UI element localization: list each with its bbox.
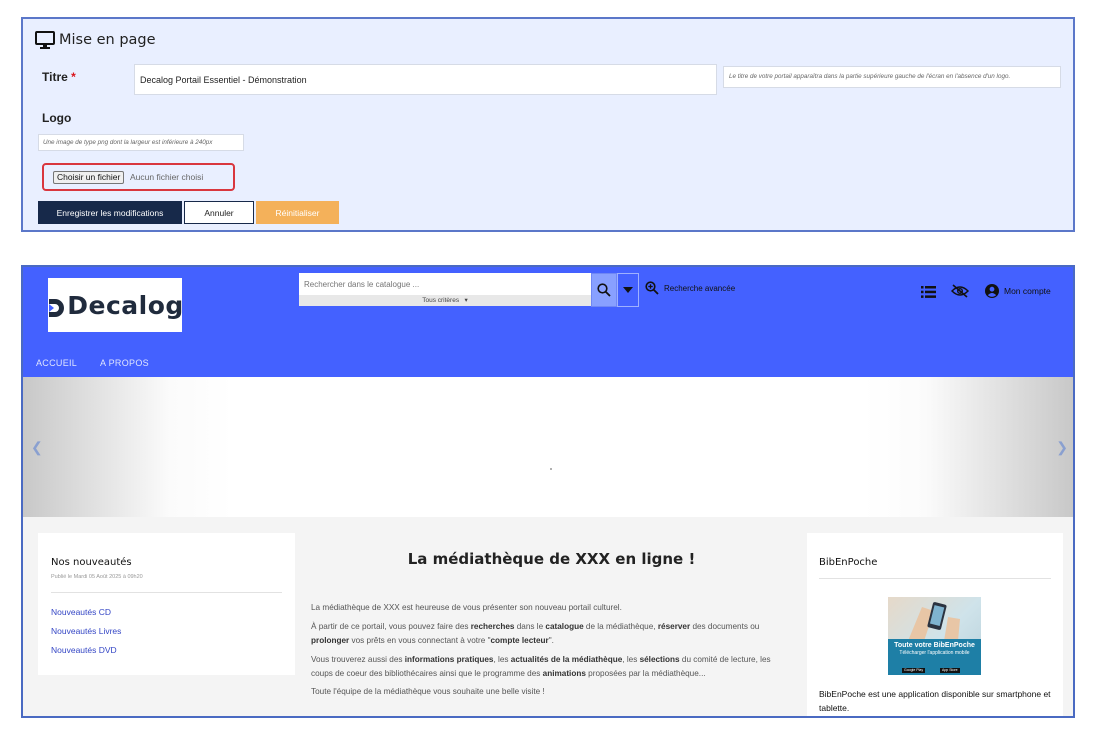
section-title: Mise en page <box>59 32 156 48</box>
divider <box>51 592 282 593</box>
advanced-search-link[interactable]: Recherche avancée <box>645 281 735 295</box>
advanced-search-label: Recherche avancée <box>664 283 736 293</box>
news-link-books[interactable]: Nouveautés Livres <box>51 626 121 636</box>
news-panel: Nos nouveautés Publié le Mardi 05 Août 2… <box>38 533 295 675</box>
news-date: Publié le Mardi 05 Août 2025 à 09h20 <box>51 574 143 580</box>
decalog-logo-icon <box>46 297 66 319</box>
search-button[interactable] <box>591 273 617 307</box>
monitor-icon <box>35 31 55 49</box>
panel-header: Mise en page <box>35 31 156 49</box>
carousel-indicator <box>550 468 552 470</box>
divider <box>819 578 1051 579</box>
file-status: Aucun fichier choisi <box>130 172 204 182</box>
layout-settings-panel: Mise en page Titre * Le titre de votre p… <box>21 17 1075 232</box>
news-link-dvd[interactable]: Nouveautés DVD <box>51 645 117 655</box>
banner-subtitle: Télécharger l'application mobile <box>899 650 970 656</box>
title-label-text: Titre <box>42 70 68 84</box>
caret-down-icon: ▾ <box>460 297 468 304</box>
reset-button[interactable]: Réinitialiser <box>256 201 339 224</box>
account-link[interactable]: Mon compte <box>985 284 1051 298</box>
main-title: La médiathèque de XXX en ligne ! <box>407 550 696 568</box>
caret-down-icon <box>623 287 633 293</box>
title-label: Titre * <box>42 70 76 84</box>
title-input[interactable] <box>134 64 717 95</box>
title-hint: Le titre de votre portail apparaîtra dan… <box>723 66 1061 88</box>
portal-header: Decalog Tous critères ▾ Reche <box>23 267 1073 377</box>
bib-title: BibEnPoche <box>819 557 878 568</box>
catalog-search-input[interactable] <box>299 273 591 295</box>
nav-home[interactable]: ACCUEIL <box>36 358 77 368</box>
user-circle-icon <box>985 284 999 298</box>
choose-file-button[interactable]: Choisir un fichier <box>53 171 125 184</box>
welcome-paragraph: Toute l'équipe de la médiathèque vous so… <box>311 687 545 696</box>
smartphone-icon <box>908 602 960 641</box>
services-paragraph: À partir de ce portail, vous pouvez fair… <box>311 622 760 645</box>
eye-slash-icon[interactable] <box>950 284 970 303</box>
required-mark: * <box>71 70 76 84</box>
list-icon[interactable] <box>921 285 936 303</box>
logo-file-picker: Choisir un fichier Aucun fichier choisi <box>42 163 235 191</box>
bib-description: BibEnPoche est une application disponibl… <box>819 689 1051 713</box>
news-link-cd[interactable]: Nouveautés CD <box>51 607 111 617</box>
portal-logo[interactable]: Decalog <box>46 278 184 332</box>
news-title: Nos nouveautés <box>51 557 132 568</box>
portal-preview: Decalog Tous critères ▾ Reche <box>21 265 1075 718</box>
nav-about[interactable]: A PROPOS <box>100 358 149 368</box>
chevron-left-icon[interactable]: ❮ <box>31 439 43 456</box>
intro-paragraph: La médiathèque de XXX est heureuse de vo… <box>311 603 622 612</box>
app-store-badge: App Store <box>940 668 960 673</box>
chevron-right-icon[interactable]: ❯ <box>1056 439 1068 456</box>
logo-label: Logo <box>42 111 72 125</box>
bibenpoche-panel: BibEnPoche Toute votre BibEnPoche Téléch… <box>807 533 1063 716</box>
zoom-in-icon <box>645 281 659 295</box>
info-paragraph: Vous trouverez aussi des informations pr… <box>311 655 771 678</box>
bibenpoche-promo-image[interactable]: Toute votre BibEnPoche Télécharger l'app… <box>888 597 981 675</box>
criteria-label: Tous critères <box>422 297 460 304</box>
search-options-button[interactable] <box>617 273 639 307</box>
search-icon <box>597 283 611 297</box>
cancel-button[interactable]: Annuler <box>184 201 254 224</box>
account-label: Mon compte <box>1004 286 1051 296</box>
logo-text: Decalog <box>67 290 184 320</box>
carousel: ❮ ❯ <box>23 377 1073 517</box>
search-criteria-select[interactable]: Tous critères ▾ <box>299 295 591 306</box>
save-button[interactable]: Enregistrer les modifications <box>38 201 182 224</box>
logo-hint: Une image de type png dont la largeur es… <box>38 134 244 151</box>
promo-banner: Toute votre BibEnPoche Télécharger l'app… <box>888 639 981 675</box>
banner-title: Toute votre BibEnPoche <box>894 642 975 649</box>
google-play-badge: Google Play <box>902 668 926 673</box>
